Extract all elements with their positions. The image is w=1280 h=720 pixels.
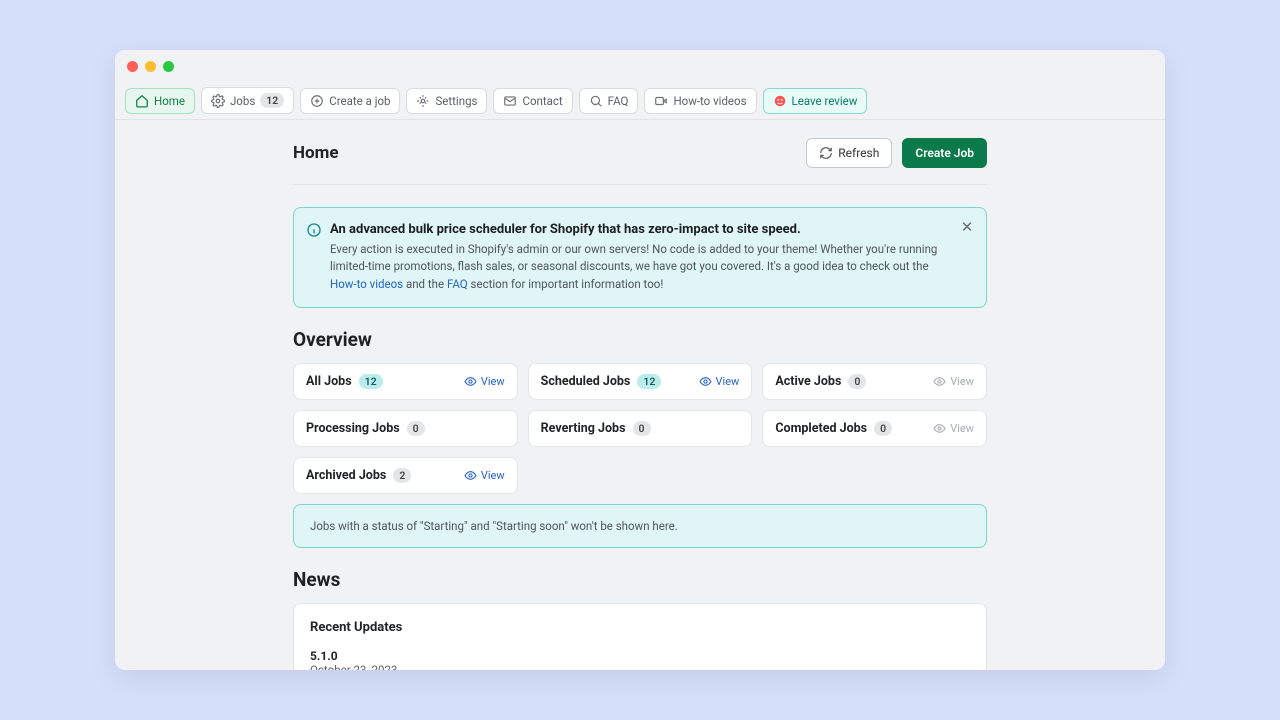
nav-contact-label: Contact — [522, 94, 562, 108]
card-count: 0 — [848, 374, 866, 389]
nav-leave-review[interactable]: Leave review — [763, 88, 868, 114]
refresh-label: Refresh — [838, 146, 879, 160]
view-all-jobs[interactable]: View — [464, 375, 505, 388]
card-count: 12 — [359, 374, 383, 389]
nav-home-label: Home — [154, 94, 185, 108]
gear-small-icon — [211, 94, 225, 108]
eye-icon — [933, 375, 946, 388]
overview-heading: Overview — [293, 328, 987, 351]
banner-link-faq[interactable]: FAQ — [447, 277, 468, 291]
card-title: All Jobs — [306, 374, 352, 389]
card-title: Archived Jobs — [306, 468, 386, 483]
eye-icon — [464, 375, 477, 388]
view-scheduled-jobs[interactable]: View — [699, 375, 740, 388]
news-date: October 23, 2023 — [310, 663, 970, 670]
news-heading: News — [293, 568, 987, 591]
nav-contact[interactable]: Contact — [493, 88, 572, 114]
banner-title: An advanced bulk price scheduler for Sho… — [330, 222, 952, 237]
card-title: Completed Jobs — [775, 421, 867, 436]
nav-jobs-label: Jobs — [230, 94, 255, 108]
overview-note: Jobs with a status of "Starting" and "St… — [293, 504, 987, 548]
content-area: Home Refresh Create Job — [115, 120, 1165, 670]
banner-body: Every action is executed in Shopify's ad… — [330, 241, 952, 293]
news-card: Recent Updates 5.1.0 October 23, 2023 Ad… — [293, 603, 987, 670]
card-count: 2 — [393, 468, 411, 483]
view-archived-jobs[interactable]: View — [464, 469, 505, 482]
nav-howto-label: How-to videos — [673, 94, 746, 108]
nav-faq-label: FAQ — [608, 94, 629, 108]
nav-settings-label: Settings — [435, 94, 477, 108]
close-icon: ✕ — [961, 218, 974, 236]
card-count: 0 — [874, 421, 892, 436]
banner-close-button[interactable]: ✕ — [958, 218, 976, 236]
window-titlebar — [115, 50, 1165, 82]
nav-review-label: Leave review — [792, 94, 858, 108]
nav-howto[interactable]: How-to videos — [644, 88, 756, 114]
video-icon — [654, 94, 668, 108]
card-all-jobs: All Jobs 12 View — [293, 363, 518, 400]
card-scheduled-jobs: Scheduled Jobs 12 View — [528, 363, 753, 400]
nav-faq[interactable]: FAQ — [579, 88, 639, 114]
refresh-button[interactable]: Refresh — [806, 138, 892, 168]
card-title: Processing Jobs — [306, 421, 400, 436]
app-window: Home Jobs 12 Create a job Settings Con — [115, 50, 1165, 670]
news-card-heading: Recent Updates — [310, 620, 970, 635]
home-icon — [135, 94, 149, 108]
card-archived-jobs: Archived Jobs 2 View — [293, 457, 518, 494]
navbar: Home Jobs 12 Create a job Settings Con — [115, 82, 1165, 120]
page-header: Home Refresh Create Job — [293, 138, 987, 185]
create-job-label: Create Job — [915, 146, 974, 160]
nav-create-job[interactable]: Create a job — [300, 88, 400, 114]
card-active-jobs: Active Jobs 0 View — [762, 363, 987, 400]
eye-icon — [933, 422, 946, 435]
info-icon — [306, 222, 322, 238]
news-version: 5.1.0 — [310, 649, 970, 663]
search-icon — [589, 94, 603, 108]
banner-link-howto[interactable]: How-to videos — [330, 277, 403, 291]
eye-icon — [464, 469, 477, 482]
nav-create-label: Create a job — [329, 94, 390, 108]
card-count: 0 — [407, 421, 425, 436]
nav-jobs[interactable]: Jobs 12 — [201, 87, 294, 114]
settings-icon — [416, 94, 430, 108]
card-count: 12 — [637, 374, 661, 389]
card-processing-jobs: Processing Jobs 0 — [293, 410, 518, 447]
nav-home[interactable]: Home — [125, 88, 195, 114]
card-title: Scheduled Jobs — [541, 374, 631, 389]
window-close-dot[interactable] — [127, 61, 138, 72]
card-completed-jobs: Completed Jobs 0 View — [762, 410, 987, 447]
card-count: 0 — [633, 421, 651, 436]
plus-circle-icon — [310, 94, 324, 108]
card-reverting-jobs: Reverting Jobs 0 — [528, 410, 753, 447]
card-title: Active Jobs — [775, 374, 841, 389]
view-completed-jobs[interactable]: View — [933, 422, 974, 435]
info-banner: ✕ An advanced bulk price scheduler for S… — [293, 207, 987, 308]
page-title: Home — [293, 143, 339, 163]
nav-jobs-count: 12 — [260, 93, 284, 108]
card-title: Reverting Jobs — [541, 421, 626, 436]
nav-settings[interactable]: Settings — [406, 88, 487, 114]
window-zoom-dot[interactable] — [163, 61, 174, 72]
mail-icon — [503, 94, 517, 108]
create-job-button[interactable]: Create Job — [902, 138, 987, 168]
heart-eyes-icon — [773, 94, 787, 108]
refresh-icon — [819, 146, 833, 160]
window-minimize-dot[interactable] — [145, 61, 156, 72]
eye-icon — [699, 375, 712, 388]
view-active-jobs[interactable]: View — [933, 375, 974, 388]
